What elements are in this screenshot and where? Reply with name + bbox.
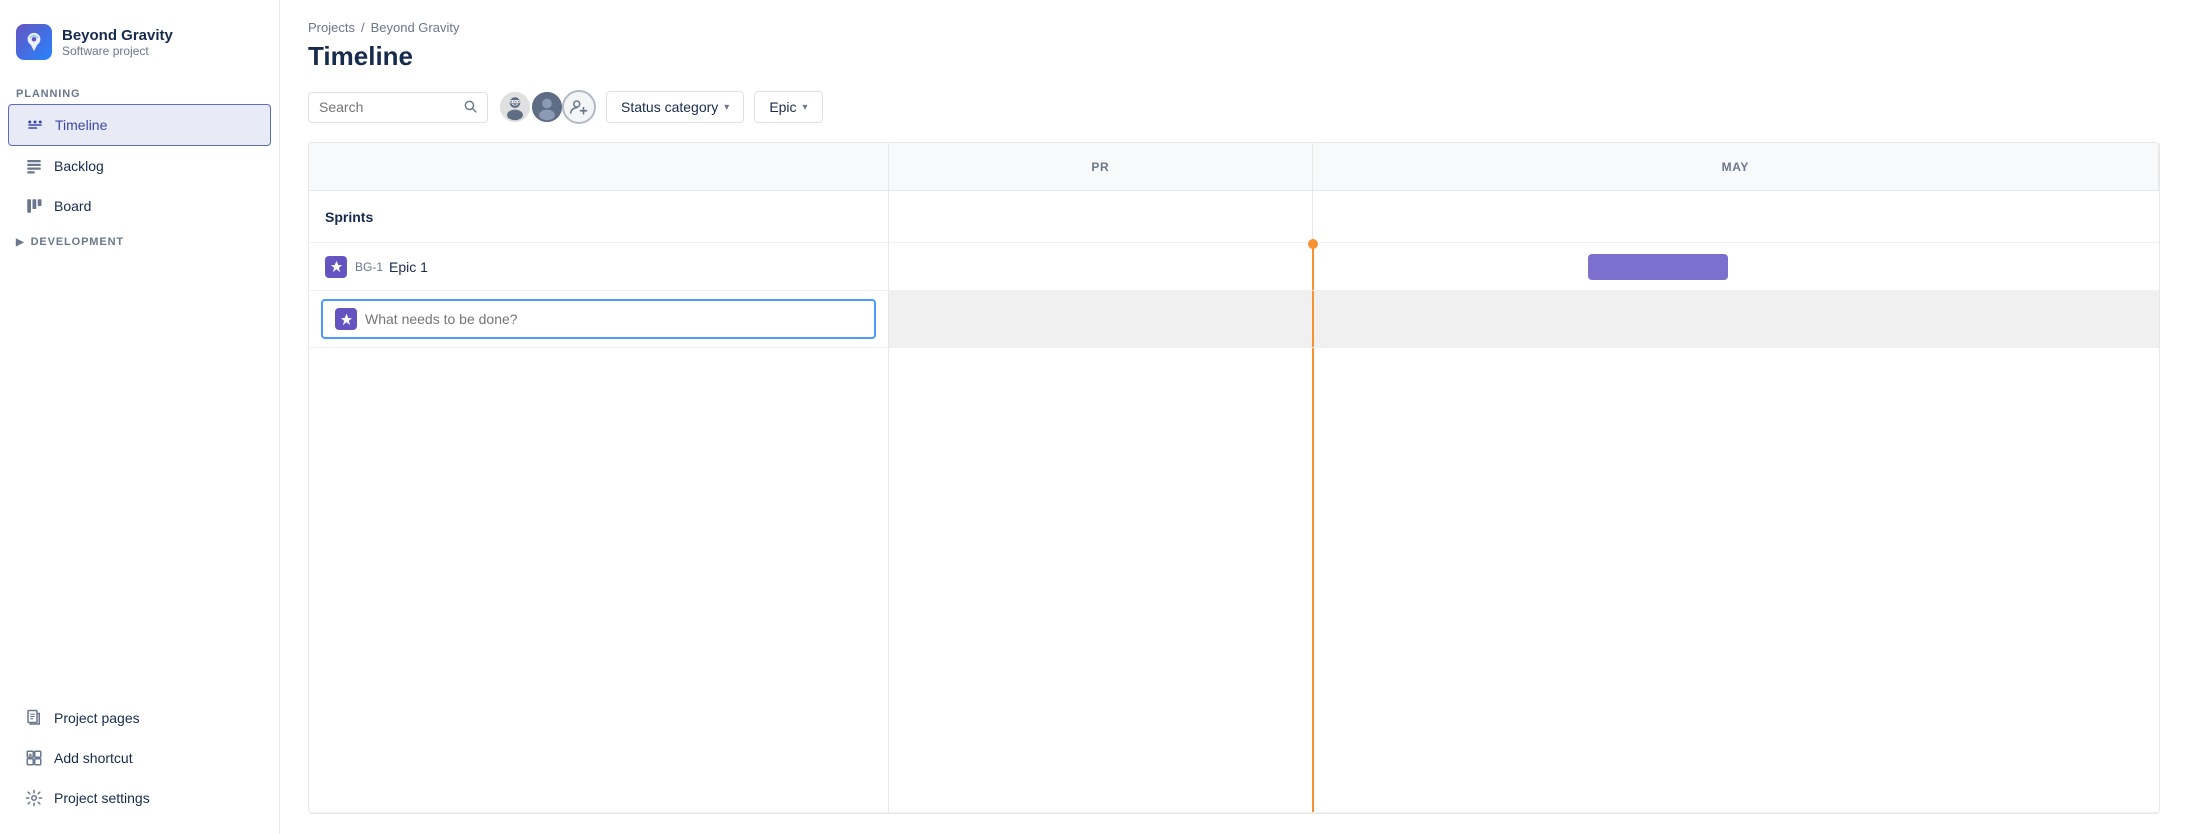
toolbar: Status category ▾ Epic ▾ [308, 90, 2160, 124]
sidebar-item-board-label: Board [54, 198, 91, 214]
month-apr: PR [889, 143, 1313, 190]
timeline-container: PR MAY Sprints [308, 142, 2160, 814]
search-box[interactable] [308, 92, 488, 123]
input-right-cell [889, 291, 2159, 347]
sidebar-item-timeline-label: Timeline [55, 117, 107, 133]
backlog-icon [24, 156, 44, 176]
board-icon [24, 196, 44, 216]
timeline-header: PR MAY [309, 143, 2159, 191]
timeline-empty-row [309, 348, 2159, 813]
today-line [1312, 243, 1314, 290]
sidebar-item-board[interactable]: Board [8, 186, 271, 226]
avatar-group [498, 90, 596, 124]
epic-label: Epic [769, 99, 796, 115]
settings-icon [24, 788, 44, 808]
project-logo-icon [16, 24, 52, 60]
status-category-filter[interactable]: Status category ▾ [606, 91, 744, 123]
avatar-add-user[interactable] [562, 90, 596, 124]
add-shortcut-label: Add shortcut [54, 750, 133, 766]
breadcrumb-separator: / [361, 20, 365, 35]
month-may-label: MAY [1722, 160, 1749, 174]
new-item-input-wrapper[interactable] [321, 299, 876, 339]
section-label-sprints: Sprints [309, 191, 889, 242]
item-name-bg1: Epic 1 [389, 259, 428, 275]
sidebar-item-project-settings[interactable]: Project settings [8, 778, 271, 818]
development-section[interactable]: ▶ DEVELOPMENT [0, 226, 279, 258]
empty-left [309, 348, 889, 812]
project-settings-label: Project settings [54, 790, 150, 806]
timeline-item-bg1[interactable]: BG-1 Epic 1 [309, 243, 2159, 291]
breadcrumb-projects[interactable]: Projects [308, 20, 355, 35]
page-title: Timeline [308, 41, 2160, 72]
status-category-chevron: ▾ [724, 102, 729, 113]
epic-badge-icon [325, 256, 347, 278]
sidebar-item-add-shortcut[interactable]: Add shortcut [8, 738, 271, 778]
timeline-left-header [309, 143, 889, 190]
sidebar-item-backlog[interactable]: Backlog [8, 146, 271, 186]
sidebar-bottom: Project pages Add shortcut [0, 698, 279, 818]
main-content: Projects / Beyond Gravity Timeline [280, 0, 2188, 834]
timeline-body: Sprints BG-1 [309, 191, 2159, 813]
pages-icon [24, 708, 44, 728]
sidebar-item-backlog-label: Backlog [54, 158, 104, 174]
search-icon [463, 99, 477, 116]
main-inner: Projects / Beyond Gravity Timeline [280, 0, 2188, 834]
empty-right [889, 348, 2159, 812]
chevron-right-icon: ▶ [16, 237, 25, 248]
project-type: Software project [62, 44, 173, 58]
breadcrumb: Projects / Beyond Gravity [308, 20, 2160, 35]
item-left-cell-bg1: BG-1 Epic 1 [309, 243, 889, 290]
search-input[interactable] [319, 99, 459, 115]
item-right-cell-bg1 [889, 243, 2159, 290]
grid-line-1 [1312, 191, 1313, 242]
breadcrumb-project-name[interactable]: Beyond Gravity [371, 20, 460, 35]
timeline-months: PR MAY [889, 143, 2159, 190]
project-info: Beyond Gravity Software project [62, 27, 173, 58]
item-id-bg1: BG-1 [355, 260, 383, 274]
epic-bar-bg1[interactable] [1588, 254, 1728, 280]
add-shortcut-icon [24, 748, 44, 768]
today-marker [1308, 239, 1318, 249]
new-item-icon [335, 308, 357, 330]
sidebar-item-timeline[interactable]: Timeline [8, 104, 271, 146]
timeline-input-row[interactable] [309, 291, 2159, 348]
timeline-section-sprints: Sprints [309, 191, 2159, 243]
project-name: Beyond Gravity [62, 27, 173, 44]
today-line-empty [1312, 348, 1314, 812]
new-item-input[interactable] [365, 311, 862, 327]
section-right-cell [889, 191, 2159, 242]
status-category-label: Status category [621, 99, 718, 115]
month-may: MAY [1313, 143, 2159, 190]
month-apr-label: PR [1091, 160, 1109, 174]
input-left-cell[interactable] [309, 291, 889, 347]
today-line-input [1312, 291, 1314, 347]
timeline-icon [25, 115, 45, 135]
epic-chevron: ▾ [803, 102, 808, 113]
epic-filter[interactable]: Epic ▾ [754, 91, 822, 123]
development-label: DEVELOPMENT [31, 236, 124, 248]
avatar-user2[interactable] [530, 90, 564, 124]
planning-section-label: PLANNING [0, 80, 279, 104]
sprints-label: Sprints [325, 209, 373, 225]
sidebar: Beyond Gravity Software project PLANNING… [0, 0, 280, 834]
sidebar-header: Beyond Gravity Software project [0, 16, 279, 80]
sidebar-item-project-pages[interactable]: Project pages [8, 698, 271, 738]
avatar-user1[interactable] [498, 90, 532, 124]
project-pages-label: Project pages [54, 710, 140, 726]
